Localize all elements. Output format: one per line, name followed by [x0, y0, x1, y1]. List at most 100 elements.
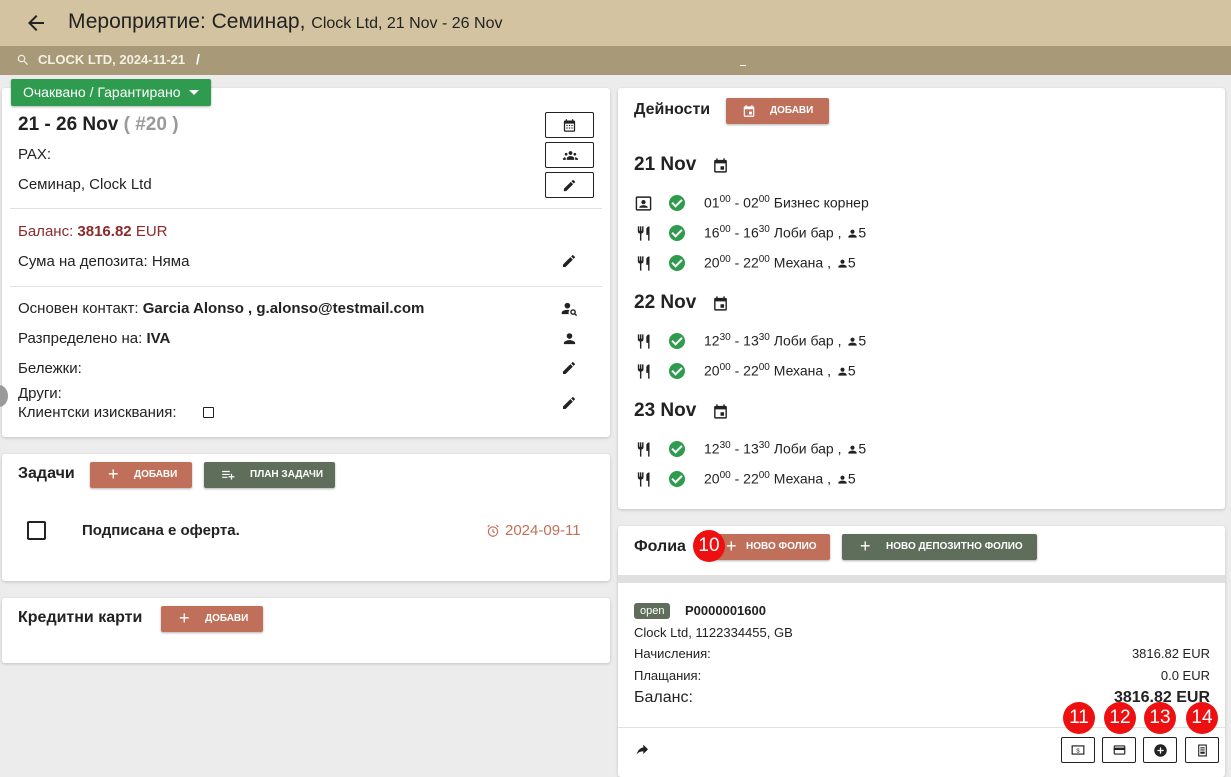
deposit-value: Няма: [151, 253, 190, 270]
balance-label: Баланс:: [18, 223, 74, 240]
calendar-icon: [563, 119, 576, 132]
activity-row[interactable]: 1600 - 1630 Лоби бар , 5: [704, 224, 866, 244]
add-activity-label: добави: [770, 105, 814, 116]
payment-card-button[interactable]: [1102, 737, 1136, 763]
folio-number[interactable]: P0000001600: [685, 603, 766, 618]
activity-row[interactable]: 0100 - 0200 Бизнес корнер: [704, 194, 869, 214]
plan-tasks-label: план задачи: [250, 469, 324, 480]
start-minute: 00: [719, 224, 731, 235]
share-arrow-icon[interactable]: [634, 742, 650, 758]
balance-row: Баланс: 3816.82 EUR: [18, 223, 167, 240]
page-title-main: Мероприятие: Семинар,: [68, 10, 306, 33]
marker-10: 10: [693, 530, 725, 562]
activity-row[interactable]: 2000 - 2200 Механа , 5: [704, 254, 856, 274]
confirmed-check-icon: [669, 333, 685, 349]
end-hour: 13: [743, 440, 759, 457]
activity-row[interactable]: 2000 - 2200 Механа , 5: [704, 470, 856, 490]
activity-row[interactable]: 2000 - 2200 Механа , 5: [704, 362, 856, 382]
activity-day-header: 22 Nov: [634, 292, 697, 313]
activity-row[interactable]: 1230 - 1330 Лоби бар , 5: [704, 440, 866, 460]
activity-row[interactable]: 1230 - 1330 Лоби бар , 5: [704, 332, 866, 352]
credit-cards-title: Кредитни карти: [18, 609, 143, 626]
tasks-title: Задачи: [18, 465, 75, 482]
activity-place: Бизнес корнер: [773, 194, 869, 211]
breadcrumb-separator: /: [196, 51, 200, 67]
currency-button[interactable]: $: [1061, 737, 1095, 763]
breadcrumb-divider: [740, 65, 746, 66]
activity-pax: 5: [847, 362, 856, 379]
add-charge-button[interactable]: [1143, 737, 1177, 763]
add-task-button[interactable]: + добави: [90, 462, 192, 488]
activity-place: Механа ,: [773, 254, 831, 271]
calendar-button[interactable]: [545, 112, 594, 138]
search-icon[interactable]: [16, 53, 30, 67]
event-name: Семинар, Clock Ltd: [18, 176, 152, 193]
status-dropdown[interactable]: Очаквано / Гарантирано: [11, 79, 211, 106]
page-title-sub: Clock Ltd, 21 Nov - 26 Nov: [311, 15, 503, 32]
balance-currency: EUR: [135, 223, 168, 240]
edit-others-pencil-icon[interactable]: [561, 395, 577, 411]
plus-icon: +: [179, 608, 190, 628]
confirmed-check-icon: [669, 471, 685, 487]
activity-day-header: 23 Nov: [634, 400, 697, 421]
divider: [618, 727, 1225, 728]
activity-pax: 5: [847, 470, 856, 487]
end-minute: 00: [758, 254, 770, 265]
person-search-icon[interactable]: [561, 300, 578, 317]
end-minute: 30: [758, 224, 770, 235]
event-number: ( #20 ): [123, 114, 179, 135]
payments-value: 0.0 EUR: [1160, 668, 1210, 683]
add-activity-button[interactable]: добави: [726, 98, 829, 124]
edit-notes-pencil-icon[interactable]: [561, 360, 577, 376]
restaurant-icon: [637, 334, 650, 349]
app-header: Мероприятие: Семинар, Clock Ltd, 21 Nov …: [0, 0, 1231, 46]
add-circle-icon: [1154, 744, 1167, 757]
marker-13: 13: [1144, 702, 1176, 734]
edit-deposit-pencil-icon[interactable]: [561, 253, 577, 269]
event-dates: 21 - 26 Nov: [18, 114, 119, 135]
edit-event-button[interactable]: [545, 172, 594, 198]
person-icon: [848, 445, 858, 454]
end-minute: 00: [758, 470, 770, 481]
assigned-label: Разпределено на:: [18, 330, 143, 347]
activity-place: Механа ,: [773, 470, 831, 487]
activity-pax: 5: [858, 440, 867, 457]
plan-tasks-button[interactable]: план задачи: [204, 462, 335, 488]
deposit-row: Сума на депозита: Няма: [18, 253, 189, 270]
receipt-icon: [1198, 744, 1207, 757]
invoice-button[interactable]: [1185, 737, 1219, 763]
calendar-event-icon[interactable]: [712, 157, 729, 174]
plus-icon: +: [860, 536, 871, 556]
breadcrumb-item[interactable]: CLOCK LTD, 2024-11-21: [38, 52, 185, 67]
folio-status-badge: open: [634, 603, 671, 619]
restaurant-icon: [637, 364, 650, 379]
add-card-button[interactable]: + добави: [161, 606, 263, 632]
contact-value: Garcia Alonso , g.alonso@testmail.com: [142, 300, 425, 317]
activity-pax: 5: [858, 224, 867, 241]
arrow-back-icon[interactable]: [24, 11, 48, 35]
start-hour: 12: [704, 332, 720, 349]
task-checkbox[interactable]: [27, 521, 46, 540]
client-requirements-label: Клиентски изисквания:: [18, 404, 177, 421]
plus-icon: +: [108, 464, 119, 484]
folios-title: Фолиа: [634, 538, 686, 555]
new-deposit-folio-button[interactable]: + ново депозитно фолио: [842, 534, 1037, 560]
charges-label: Начисления:: [634, 646, 711, 661]
assigned-value: IVA: [146, 330, 171, 347]
confirmed-check-icon: [669, 363, 685, 379]
credit-cards-card: [2, 598, 610, 663]
activity-pax: 5: [847, 254, 856, 271]
start-hour: 16: [704, 224, 720, 241]
new-folio-button[interactable]: + ново фолио: [712, 534, 830, 560]
confirmed-check-icon: [669, 225, 685, 241]
calendar-event-icon[interactable]: [712, 403, 729, 420]
person-icon[interactable]: [562, 331, 577, 346]
calendar-event-icon[interactable]: [712, 295, 729, 312]
marker-12: 12: [1104, 702, 1136, 734]
contact-label: Основен контакт:: [18, 300, 139, 317]
client-requirements-checkbox[interactable]: [203, 407, 214, 418]
pax-label: PAX:: [18, 146, 52, 163]
restaurant-icon: [637, 472, 650, 487]
groups-button[interactable]: [545, 142, 594, 168]
marker-14: 14: [1186, 702, 1218, 734]
